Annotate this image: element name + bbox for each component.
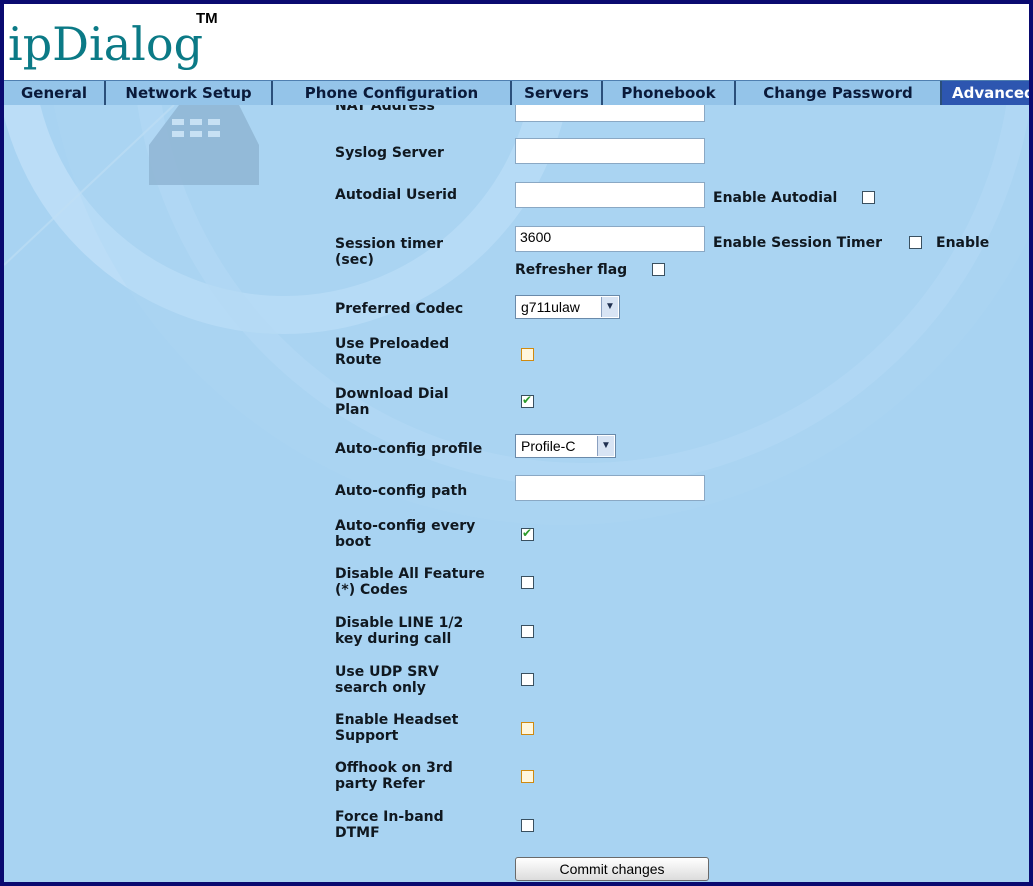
auto-config-path-input[interactable] [515,475,705,501]
auto-config-profile-value: Profile-C [521,438,576,454]
preferred-codec-select[interactable]: g711ulaw ▼ [515,295,620,319]
tab-phonebook[interactable]: Phonebook [603,81,736,105]
enable-headset-checkbox[interactable] [521,722,534,735]
logo: ipDialog [8,17,204,71]
syslog-server-label: Syslog Server [335,145,444,161]
auto-config-profile-select[interactable]: Profile-C ▼ [515,434,616,458]
download-dial-plan-label: Download Dial Plan [335,386,449,418]
tab-phone-configuration[interactable]: Phone Configuration [273,81,512,105]
preferred-codec-value: g711ulaw [521,299,580,315]
page-frame: ipDialog TM General Network Setup Phone … [0,0,1033,886]
auto-config-every-boot-checkbox[interactable] [521,526,534,541]
tab-servers[interactable]: Servers [512,81,603,105]
header: ipDialog TM [4,4,1029,80]
disable-line-key-checkbox[interactable] [521,625,534,638]
enable-autodial-label: Enable Autodial [713,190,838,206]
chevron-down-icon: ▼ [601,297,618,317]
refresher-flag-label: Refresher flag [515,262,628,278]
enable-headset-label: Enable Headset Support [335,712,459,744]
chevron-down-icon: ▼ [597,436,614,456]
use-preloaded-route-label: Use Preloaded Route [335,336,450,368]
session-timer-input[interactable]: 3600 [515,226,705,252]
autodial-userid-label: Autodial Userid [335,187,457,203]
refresher-flag-checkbox[interactable] [652,263,665,276]
enable-session-timer-checkbox[interactable] [909,236,922,249]
enable-autodial-checkbox[interactable] [862,191,875,204]
auto-config-every-boot-label: Auto-config every boot [335,518,476,550]
preferred-codec-label: Preferred Codec [335,301,464,317]
download-dial-plan-checkbox[interactable] [521,393,534,408]
force-dtmf-label: Force In-band DTMF [335,809,444,841]
enable-label: Enable [936,235,990,251]
content-area: NAT Address Syslog Server Autodial Useri… [4,105,1029,882]
nav-bar: General Network Setup Phone Configuratio… [4,80,1029,106]
tab-general[interactable]: General [4,81,106,105]
commit-changes-button[interactable]: Commit changes [515,857,709,881]
auto-config-profile-label: Auto-config profile [335,441,483,457]
enable-session-timer-label: Enable Session Timer [713,235,883,251]
disable-feature-codes-label: Disable All Feature (*) Codes [335,566,485,598]
autodial-userid-input[interactable] [515,182,705,208]
disable-line-key-label: Disable LINE 1/2 key during call [335,615,464,647]
tab-network-setup[interactable]: Network Setup [106,81,273,105]
logo-trademark: TM [196,10,218,27]
nat-address-input[interactable] [515,105,705,122]
session-timer-label: Session timer (sec) [335,236,443,268]
use-udp-srv-label: Use UDP SRV search only [335,664,439,696]
disable-feature-codes-checkbox[interactable] [521,576,534,589]
force-dtmf-checkbox[interactable] [521,819,534,832]
offhook-refer-checkbox[interactable] [521,770,534,783]
offhook-refer-label: Offhook on 3rd party Refer [335,760,453,792]
use-udp-srv-checkbox[interactable] [521,673,534,686]
auto-config-path-label: Auto-config path [335,483,468,499]
nat-address-label: NAT Address [335,105,435,114]
tab-change-password[interactable]: Change Password [736,81,942,105]
syslog-server-input[interactable] [515,138,705,164]
tab-advanced[interactable]: Advanced [942,81,1029,105]
use-preloaded-route-checkbox[interactable] [521,348,534,361]
